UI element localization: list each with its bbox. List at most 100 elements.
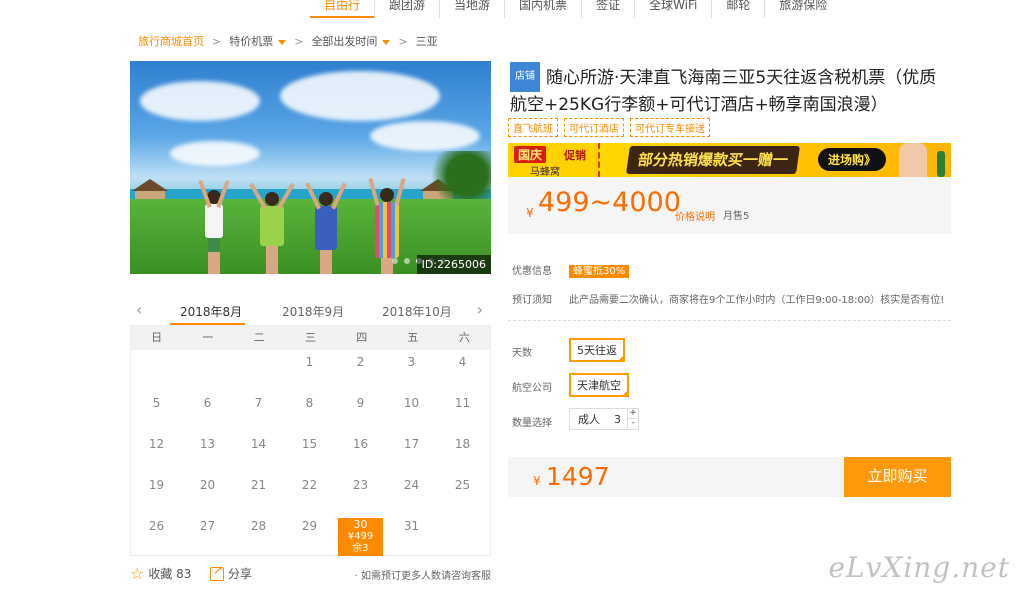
calendar-day: 26 [148,519,165,533]
notice-label: 预订须知 [512,295,552,306]
price-box: ¥ 499~4000 价格说明 月售5 [508,177,951,234]
nav-item[interactable]: 跟团游 [374,0,439,18]
nav-item[interactable]: 旅游保险 [764,0,841,18]
calendar-day: 3 [407,355,416,369]
calendar: 日一二三四五六 1 2 3 4 5 6 7 8 9 10 11 12 13 14 15 16 17 18 19 20 2… [130,325,491,556]
child-figure [249,182,295,274]
nav-item[interactable]: 全球WiFi [634,0,711,18]
selected-check-icon [617,354,625,362]
next-month-icon[interactable]: › [477,300,483,319]
nav-item[interactable]: 签证 [581,0,634,18]
calendar-day: 10 [403,396,420,410]
favorite-button[interactable]: ☆ 收藏 83 [130,565,191,582]
weekday-label: 一 [202,331,214,344]
weekday-label: 六 [458,331,470,344]
nav-item[interactable]: 邮轮 [711,0,764,18]
calendar-day: 22 [301,478,318,492]
breadcrumb-separator: > [212,34,222,48]
breadcrumb-special-tickets[interactable]: 特价机票 [229,33,287,49]
day-number: 30 [353,518,368,531]
days-row: 天数 5天往返 [512,338,625,362]
calendar-day: 6 [203,396,212,410]
cactus-icon [937,151,945,177]
breadcrumb-separator: > [398,34,408,48]
calendar-day: 28 [250,519,267,533]
cloud [280,71,440,121]
breadcrumb-sanya: 三亚 [415,35,438,48]
banner-cuxiao: 促销 [564,149,586,162]
carousel-dot[interactable] [392,258,398,264]
total-currency: ¥ [533,474,541,488]
divider [508,320,951,321]
banner-brand: 马蜂窝 [530,167,560,177]
carousel-dot[interactable] [404,258,410,264]
breadcrumb-departure-time[interactable]: 全部出发时间 [311,33,391,49]
child-figure [198,180,230,274]
banner-headline: 部分热销爆款买一赠一 [626,146,800,174]
quantity-stepper: 成人 3 + - [569,408,639,430]
star-icon: ☆ [130,563,145,583]
calendar-day: 24 [403,478,420,492]
month-selector: ‹ 2018年8月 2018年9月 2018年10月 › [130,298,491,326]
top-nav: 自由行 跟团游 当地游 国内机票 签证 全球WiFi 邮轮 旅游保险 [310,0,841,18]
watermark: eLvXing.net [828,551,1010,584]
calendar-day [437,514,488,555]
calendar-day: 21 [250,478,267,492]
calendar-day [182,350,233,391]
breadcrumb-home[interactable]: 旅行商城首页 [138,33,204,49]
notice-text: 此产品需要二次确认，商家将在9个工作小时内（工作日9:00-18:00）核实是否… [569,295,945,306]
qty-value[interactable]: 3 [608,413,627,426]
child-figure [305,182,347,274]
tag-car: 可代订专车接送 [630,118,710,137]
calendar-day: 29 [301,519,318,533]
banner-guoqing: 国庆 [514,146,547,163]
discount-label: 优惠信息 [512,266,552,277]
tab-month-aug[interactable]: 2018年8月 [180,303,242,320]
calendar-day: 13 [199,437,216,451]
calendar-day: 12 [148,437,165,451]
tab-month-oct[interactable]: 2018年10月 [382,303,452,320]
airline-row: 航空公司 天津航空 [512,373,629,397]
tag-direct-flight: 直飞航班 [508,118,558,137]
calendar-day: 4 [458,355,467,369]
share-label: 分享 [228,567,253,581]
nav-item[interactable]: 当地游 [439,0,504,18]
breadcrumb: 旅行商城首页 > 特价机票 > 全部出发时间 > 三亚 [138,33,438,49]
tab-month-sep[interactable]: 2018年9月 [282,303,344,320]
price-explain-link[interactable]: 价格说明 [675,208,715,223]
calendar-day-selected[interactable]: 30 ¥499 余3 [338,518,383,556]
calendar-day: 17 [403,437,420,451]
weekday-label: 日 [151,331,163,344]
calendar-day: 31 [403,519,420,533]
calendar-day: 2 [356,355,365,369]
calendar-grid: 1 2 3 4 5 6 7 8 9 10 11 12 13 14 15 16 17 18 19 20 21 22 23 24 2… [131,350,490,556]
airline-option[interactable]: 天津航空 [569,373,629,397]
caret-down-icon [278,39,287,45]
contact-tip[interactable]: · 如需预订更多人数请咨询客服 [355,567,491,582]
promo-banner[interactable]: 国庆 促销 马蜂窝 部分热销爆款买一赠一 进场购》 [508,143,951,177]
qty-row: 数量选择 成人 3 + - [512,408,639,430]
qty-label: 数量选择 [512,418,552,429]
discount-badge[interactable]: 蜂蜜抵30% [569,265,630,278]
calendar-weekdays: 日一二三四五六 [131,326,490,350]
buy-now-button[interactable]: 立即购买 [844,457,951,497]
calendar-day: 7 [254,396,263,410]
banner-person-icon [899,143,927,177]
price-range: 499~4000 [538,187,681,218]
breadcrumb-separator: > [294,34,304,48]
qty-minus-button[interactable]: - [628,419,638,429]
calendar-day: 16 [352,437,369,451]
share-button[interactable]: 分享 [210,563,253,582]
qty-type: 成人 [578,413,600,426]
total-amount: 1497 [546,462,610,491]
nav-item[interactable]: 自由行 [310,0,375,18]
prev-month-icon[interactable]: ‹ [136,300,142,319]
product-image[interactable]: ID:2265006 [130,61,491,274]
nav-item[interactable]: 国内机票 [504,0,581,18]
calendar-day: 19 [148,478,165,492]
airline-label: 航空公司 [512,383,552,394]
banner-enter-button[interactable]: 进场购》 [818,148,887,171]
calendar-day: 25 [454,478,471,492]
days-option[interactable]: 5天往返 [569,338,625,362]
shop-badge[interactable]: 店铺 [510,62,540,92]
